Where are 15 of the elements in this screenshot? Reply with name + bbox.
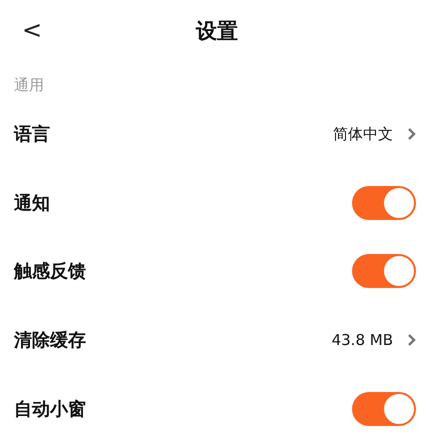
setting-label: 自动小窗	[14, 398, 87, 421]
chevron-icon	[407, 333, 416, 348]
chevron-icon	[407, 127, 416, 142]
toggle-switch[interactable]	[352, 254, 416, 288]
setting-label: 触感反馈	[14, 260, 87, 284]
setting-label: 通知	[14, 192, 51, 215]
setting-value[interactable]: 简体中文	[333, 124, 393, 144]
setting-label: 清除缓存	[14, 329, 87, 352]
section-label: 通用	[13, 75, 45, 96]
toggle-switch[interactable]	[352, 392, 416, 426]
setting-label: 语言	[14, 123, 51, 146]
back-button[interactable]: <	[18, 16, 46, 44]
page-title: 设置	[196, 18, 238, 45]
setting-value[interactable]: 43.8 MB	[332, 331, 393, 350]
toggle-switch[interactable]	[352, 186, 416, 220]
